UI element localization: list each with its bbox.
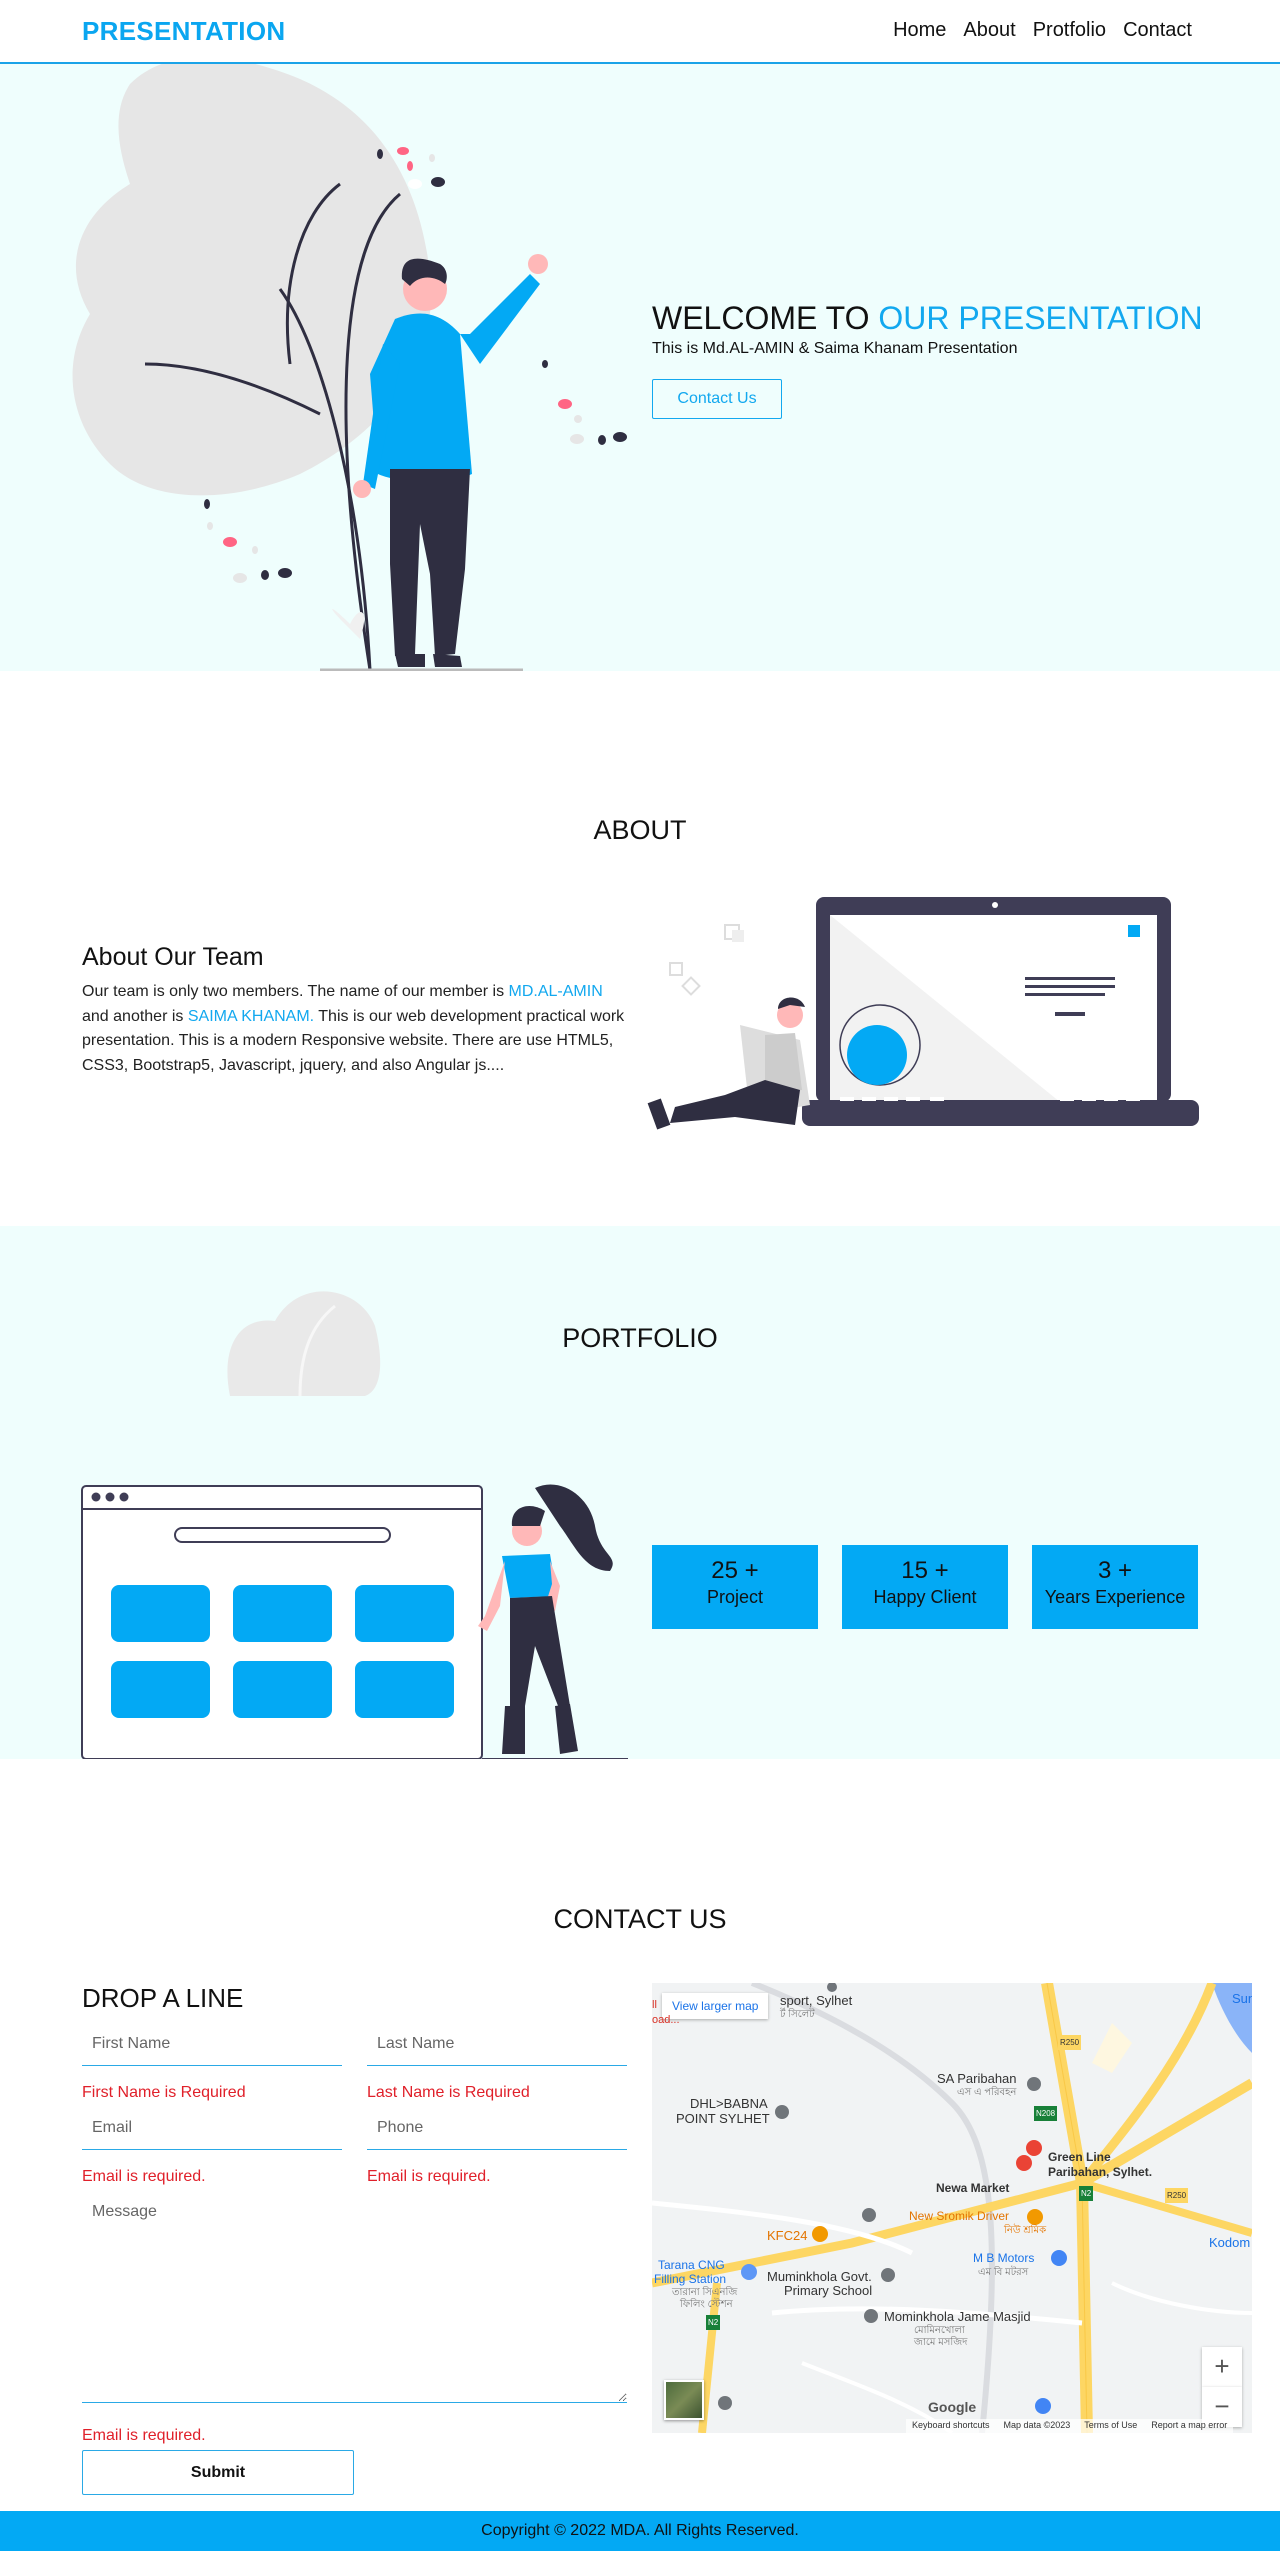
google-map-embed[interactable]: View larger map ll oad... sport, Sylhet … bbox=[652, 1983, 1252, 2433]
stat-number: 3 + bbox=[1097, 1557, 1133, 1584]
google-logo: Google bbox=[928, 2399, 976, 2415]
stat-card-projects: 25 + Project bbox=[652, 1545, 818, 1629]
stat-number: 25 + bbox=[711, 1557, 759, 1584]
nav-link-portfolio[interactable]: Protfolio bbox=[1033, 19, 1106, 42]
map-label-sa-paribahan-bn: এস এ পরিবহন bbox=[957, 2087, 1017, 2098]
message-textarea[interactable] bbox=[82, 2193, 627, 2403]
first-name-error: First Name is Required bbox=[82, 2084, 246, 2101]
map-label-kfc: KFC24 bbox=[767, 2228, 808, 2243]
map-label-newa-market: Newa Market bbox=[936, 2181, 1010, 2195]
stat-label: Happy Client bbox=[873, 1587, 977, 1607]
nav-menu: Home About Protfolio Contact bbox=[893, 19, 1192, 42]
page-footer: Copyright © 2022 MDA. All Rights Reserve… bbox=[0, 2511, 1280, 2551]
hero-subtitle: This is Md.AL-AMIN & Saima Khanam Presen… bbox=[652, 340, 1018, 357]
stat-card-clients: 15 + Happy Client bbox=[842, 1545, 1008, 1629]
email-input[interactable] bbox=[82, 2106, 342, 2150]
map-label-top-left-2: oad... bbox=[652, 2014, 680, 2026]
about-heading: About Our Team bbox=[82, 943, 264, 971]
map-label-dhl-2: POINT SYLHET bbox=[676, 2111, 770, 2126]
road-shield-n208: N208 bbox=[1034, 2106, 1058, 2121]
nav-link-about[interactable]: About bbox=[963, 19, 1015, 42]
stat-label: Years Experience bbox=[1044, 1587, 1186, 1607]
map-label-muminkhola-1: Muminkhola Govt. bbox=[767, 2269, 872, 2284]
map-label-mominkhola-masjid-1: Mominkhola Jame Masjid bbox=[884, 2309, 1031, 2324]
map-label-dhl-1: DHL>BABNA bbox=[690, 2096, 768, 2111]
portfolio-illustration bbox=[81, 1291, 628, 1759]
hero-illustration bbox=[72, 64, 627, 671]
map-label-top-left-1: ll bbox=[652, 1999, 657, 2011]
last-name-input[interactable] bbox=[367, 2022, 627, 2066]
about-section-title: ABOUT bbox=[593, 815, 687, 845]
about-illustration bbox=[647, 897, 1199, 1130]
first-name-input[interactable] bbox=[82, 2022, 342, 2066]
about-text-1: Our team is only two members. The name o… bbox=[82, 983, 509, 1000]
keyboard-shortcuts-link[interactable]: Keyboard shortcuts bbox=[912, 2420, 990, 2432]
member-name-1: MD.AL-AMIN bbox=[508, 983, 603, 1000]
phone-error: Email is required. bbox=[367, 2168, 491, 2185]
map-label-mb-motors-2: এম বি মটরস bbox=[978, 2267, 1029, 2278]
stat-card-experience: 3 + Years Experience bbox=[1032, 1545, 1198, 1629]
road-shield-n2: N2 bbox=[1079, 2186, 1094, 2201]
nav-link-contact[interactable]: Contact bbox=[1123, 19, 1192, 42]
phone-input[interactable] bbox=[367, 2106, 627, 2150]
map-label-mb-motors-1: M B Motors bbox=[973, 2251, 1035, 2265]
map-label-new-sromik-1: New Sromik Driver bbox=[909, 2209, 1010, 2223]
map-label-mominkhola-masjid-3: জামে মসজিদ bbox=[914, 2337, 968, 2348]
stat-number: 15 + bbox=[901, 1557, 949, 1584]
road-shield-n2-2: N2 bbox=[706, 2315, 721, 2330]
map-label-green-line-2: Paribahan, Sylhet. bbox=[1048, 2165, 1153, 2179]
map-label-kodom: Kodom bbox=[1209, 2235, 1251, 2250]
map-footer: Keyboard shortcuts Map data ©2023 Terms … bbox=[906, 2419, 1234, 2433]
map-label-airport: sport, Sylhet bbox=[780, 1993, 853, 2008]
brand-logo[interactable]: PRESENTATION bbox=[82, 16, 285, 47]
hero-title-accent: OUR PRESENTATION bbox=[878, 300, 1203, 336]
google-logo-text: Google bbox=[928, 2399, 977, 2415]
page: PRESENTATION Home About Protfolio Contac… bbox=[0, 0, 1280, 2551]
hero-section: WELCOME TO OUR PRESENTATION This is Md.A… bbox=[0, 64, 1280, 671]
satellite-toggle[interactable] bbox=[664, 2380, 704, 2420]
map-roads bbox=[652, 1983, 1252, 2433]
map-label-tarana-4: ফিলিং স্টেশন bbox=[680, 2299, 733, 2310]
contact-section-title: CONTACT US bbox=[553, 1904, 727, 1934]
contact-form-heading: DROP A LINE bbox=[82, 1983, 244, 2013]
submit-button[interactable]: Submit bbox=[82, 2450, 354, 2495]
terms-of-use-link[interactable]: Terms of Use bbox=[1084, 2420, 1137, 2432]
map-label-tarana-1: Tarana CNG bbox=[658, 2258, 725, 2272]
portfolio-section-title: PORTFOLIO bbox=[562, 1323, 718, 1353]
last-name-error: Last Name is Required bbox=[367, 2084, 530, 2101]
map-zoom-in-button[interactable]: + bbox=[1202, 2347, 1242, 2387]
hero-title: WELCOME TO OUR PRESENTATION bbox=[652, 300, 1203, 337]
hero-title-prefix: WELCOME TO bbox=[652, 300, 879, 336]
map-label-new-sromik-2: নিউ শ্রমিক bbox=[1004, 2225, 1047, 2236]
nav-link-home[interactable]: Home bbox=[893, 19, 946, 42]
map-label-muminkhola-2: Primary School bbox=[784, 2283, 873, 2298]
report-map-error-link[interactable]: Report a map error bbox=[1151, 2420, 1227, 2432]
contact-us-button[interactable]: Contact Us bbox=[652, 379, 782, 419]
map-label-sa-paribahan: SA Paribahan bbox=[937, 2071, 1017, 2086]
road-shield-r250: R250 bbox=[1058, 2035, 1082, 2050]
map-data-text: Map data ©2023 bbox=[1003, 2420, 1071, 2430]
portfolio-section: 25 + Project 15 + Happy Client 3 + Years… bbox=[0, 1226, 1280, 1759]
map-label-sun: Sun bbox=[1232, 1991, 1252, 2006]
about-paragraph: Our team is only two members. The name o… bbox=[82, 980, 627, 1078]
email-error: Email is required. bbox=[82, 2168, 206, 2185]
member-name-2: SAIMA KHANAM. bbox=[187, 1007, 315, 1025]
road-shield-r250-2: R250 bbox=[1165, 2188, 1189, 2203]
about-text-2: and another is bbox=[82, 1007, 188, 1025]
map-label-airport-bn: র্ট সিলেট bbox=[780, 2009, 815, 2020]
map-label-green-line-1: Green Line bbox=[1048, 2150, 1111, 2164]
navbar: PRESENTATION Home About Protfolio Contac… bbox=[0, 0, 1280, 64]
message-error: Email is required. bbox=[82, 2427, 206, 2444]
stat-label: Project bbox=[706, 1587, 764, 1607]
